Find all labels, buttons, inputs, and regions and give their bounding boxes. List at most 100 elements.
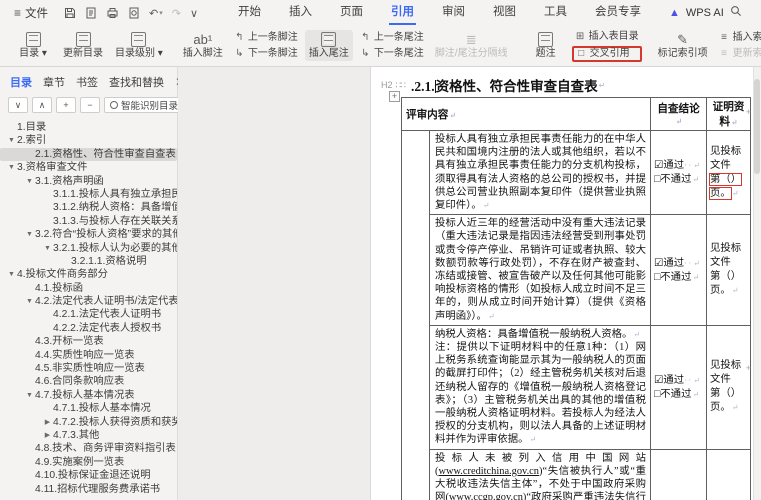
search-icon[interactable]: [730, 4, 742, 22]
export-pdf-button[interactable]: [85, 7, 97, 19]
update-toc-button[interactable]: 更新目录: [59, 30, 107, 61]
outline-item[interactable]: 4.9.实施案例一览表: [0, 456, 177, 469]
outline-item[interactable]: 4.11.招标代理服务费承诺书: [0, 483, 177, 496]
outline-item[interactable]: 4.2.2.法定代表人授权书: [0, 322, 177, 335]
outline-item[interactable]: 4.6.合同条款响应表: [0, 375, 177, 388]
ribbon-tab[interactable]: 视图: [479, 0, 530, 26]
self-check-table[interactable]: 评审内容↵自查结论↵证明资料↵ 资格审查。投标人具有独立承担民事责任能力的在中华人…: [400, 97, 752, 500]
row-insert-handle[interactable]: +: [746, 363, 751, 373]
insert-index-button[interactable]: ≡插入索引: [716, 31, 761, 45]
prev-endnote-button[interactable]: ↰ 上一条尾注: [357, 31, 427, 45]
outline-item-selected[interactable]: 2.1.资格性、符合性审查自查表: [0, 147, 177, 162]
outline-item[interactable]: 3.1.2.纳税人资格：具备增值税一般纳税人...: [0, 201, 177, 214]
mark-index-button[interactable]: ✎ 标记索引项: [654, 31, 712, 61]
caption-button[interactable]: 题注: [524, 30, 568, 61]
ribbon-tab[interactable]: 引用: [377, 0, 428, 26]
col-header-self-check[interactable]: 自查结论↵: [650, 97, 708, 131]
ribbon-tab[interactable]: 开始: [224, 0, 275, 26]
outline-item[interactable]: ▼4.2.法定代表人证明书/法定代表人授权书: [0, 295, 177, 308]
drag-handle-icon[interactable]: ∷∷: [396, 80, 407, 91]
review-content-cell[interactable]: 投标人具有独立承担民事责任能力的在中华人民共和国境内注册的法人或其他组织，若以不…: [428, 129, 652, 216]
outline-item[interactable]: ▼ 4.投标文件商务部分: [0, 268, 177, 281]
ribbon-tab[interactable]: 页面: [326, 0, 377, 26]
print-button[interactable]: [106, 7, 119, 19]
chevron-down-icon[interactable]: ▼: [24, 228, 35, 241]
side-cell-qualification-review[interactable]: 资格审查。: [401, 129, 430, 500]
vertical-scrollbar[interactable]: [753, 67, 761, 500]
outline-nav-button[interactable]: +: [56, 97, 76, 113]
outline-item[interactable]: 3.1.1.投标人具有独立承担民事责任能力的...: [0, 188, 177, 201]
sidebar-tab[interactable]: 书签: [76, 74, 98, 90]
outline-item[interactable]: 4.10.投标保证金退还说明: [0, 469, 177, 482]
outline-item[interactable]: ▼ 3.1.资格声明函: [0, 175, 177, 188]
outline-item[interactable]: ▼ 2.索引: [0, 134, 177, 147]
ribbon-tab[interactable]: 会员专享: [581, 0, 655, 26]
outline-item[interactable]: ▼ 3.资格审查文件: [0, 161, 177, 174]
outline-nav-button[interactable]: ∨: [8, 97, 28, 113]
outline-item[interactable]: 4.7.1.投标人基本情况: [0, 402, 177, 415]
col-header-review-content[interactable]: 评审内容↵: [400, 97, 652, 131]
heading-line[interactable]: H2 ∷∷ .2.1.资格性、符合性审查自查表 ↵: [381, 75, 605, 95]
toc-button[interactable]: 目录 ▾: [11, 30, 55, 61]
wps-ai-label[interactable]: WPS AI: [686, 7, 724, 19]
chevron-right-icon[interactable]: ▶: [42, 429, 53, 442]
outline-item[interactable]: 4.8.技术、商务评审资料指引表（投标人可根 ...: [0, 442, 177, 455]
next-endnote-button[interactable]: ↳ 下一条尾注: [357, 47, 427, 61]
undo-caret-icon[interactable]: ▾: [159, 9, 163, 17]
sidebar-tab[interactable]: 章节: [43, 74, 65, 90]
col-header-evidence[interactable]: 证明资料↵: [706, 97, 752, 131]
outline-item[interactable]: 4.4.实质性响应一览表: [0, 349, 177, 362]
self-check-cell[interactable]: ☑通过··↵□不通过↵: [650, 214, 708, 326]
outline-item[interactable]: 1.目录: [0, 121, 177, 134]
chevron-right-icon[interactable]: ▶: [42, 416, 53, 429]
ribbon-tab[interactable]: 工具: [530, 0, 581, 26]
outline-item[interactable]: 4.1.投标函: [0, 282, 177, 295]
outline-item[interactable]: ▶ 4.7.3.其他: [0, 429, 177, 442]
outline-item[interactable]: 4.5.非实质性响应一览表: [0, 362, 177, 375]
undo-button[interactable]: ↶ ▾: [149, 7, 163, 20]
evidence-cell[interactable]: 见投标文件第（）页。↵: [706, 448, 752, 500]
insert-endnote-button[interactable]: 插入尾注: [304, 30, 353, 61]
chevron-down-icon[interactable]: ▼: [6, 268, 17, 281]
self-check-cell[interactable]: ☑通过··↵□不通过↵: [650, 324, 708, 450]
redo-button[interactable]: ↷: [172, 7, 181, 20]
toc-level-button[interactable]: 目录级别 ▾: [111, 30, 167, 61]
outline-item[interactable]: 4.3.开标一览表: [0, 335, 177, 348]
save-button[interactable]: [64, 7, 76, 19]
self-check-cell[interactable]: ☑通过··↵□不通过↵: [650, 448, 708, 500]
separator-line-button[interactable]: ≣ 脚注/尾注分隔线: [431, 31, 512, 61]
more-commands-button[interactable]: ∨: [190, 7, 198, 20]
sidebar-tab[interactable]: 目录: [10, 74, 32, 90]
evidence-cell[interactable]: 见投标文件第（）页。↵: [706, 214, 752, 326]
outline-nav-button[interactable]: ∧: [32, 97, 52, 113]
print-preview-button[interactable]: [128, 7, 140, 19]
outline-item[interactable]: ▼3.2.符合“投标人资格”要求的其他证明文件: [0, 228, 177, 241]
review-content-cell[interactable]: 投标人未被列入信用中国网站(www.creditchina.gov.cn)“失信…: [428, 448, 652, 500]
document-page[interactable]: H2 ∷∷ .2.1.资格性、符合性审查自查表 ↵ • + 评审内容↵自查结论↵…: [371, 67, 761, 500]
chevron-down-icon[interactable]: ▼: [24, 175, 35, 188]
table-move-handle-icon[interactable]: +: [389, 91, 400, 102]
outline-nav-button[interactable]: −: [80, 97, 100, 113]
update-index-button[interactable]: ≡更新索引: [716, 47, 761, 61]
review-content-cell[interactable]: 纳税人资格：具备增值税一般纳税人资格。↵ 注：提供以下证明材料中的任意1种：（1）…: [428, 324, 652, 450]
cross-reference-button[interactable]: □ 交叉引用: [571, 45, 642, 62]
ribbon-tab[interactable]: 审阅: [428, 0, 479, 26]
file-menu-button[interactable]: ≡ 文件: [8, 3, 54, 23]
section-heading[interactable]: .2.1.资格性、符合性审查自查表: [411, 75, 598, 95]
self-check-cell[interactable]: ☑通过··↵□不通过↵: [650, 129, 708, 216]
prev-footnote-button[interactable]: ↰ 上一条脚注: [231, 31, 301, 45]
chevron-down-icon[interactable]: ▼: [24, 389, 35, 402]
sidebar-tab[interactable]: 查找和替换: [109, 74, 164, 90]
insert-footnote-button[interactable]: ab¹ 插入脚注: [179, 31, 227, 61]
outline-item[interactable]: ▼ 4.7.投标人基本情况表: [0, 389, 177, 402]
next-footnote-button[interactable]: ↳ 下一条脚注: [231, 47, 301, 61]
outline-item[interactable]: ▶4.7.2.投标人获得资质和获奖证明文件: [0, 416, 177, 429]
scrollbar-thumb[interactable]: [754, 79, 760, 174]
evidence-cell[interactable]: 见投标文件第（）页。↵: [706, 324, 752, 450]
smart-recognize-toc-button[interactable]: 智能识别目录: [104, 97, 185, 113]
outline-item[interactable]: ▼3.2.1.投标人认为必要的其他材料: [0, 242, 177, 255]
chevron-down-icon[interactable]: ▼: [24, 295, 35, 308]
outline-item[interactable]: 4.2.1.法定代表人证明书: [0, 308, 177, 321]
review-content-cell[interactable]: 投标人近三年的经营活动中没有重大违法记录（重大违法记录是指因违法经营受到刑事处罚…: [428, 214, 652, 326]
outline-item[interactable]: 3.1.3.与投标人存在关联关系的单位名称说...: [0, 215, 177, 228]
